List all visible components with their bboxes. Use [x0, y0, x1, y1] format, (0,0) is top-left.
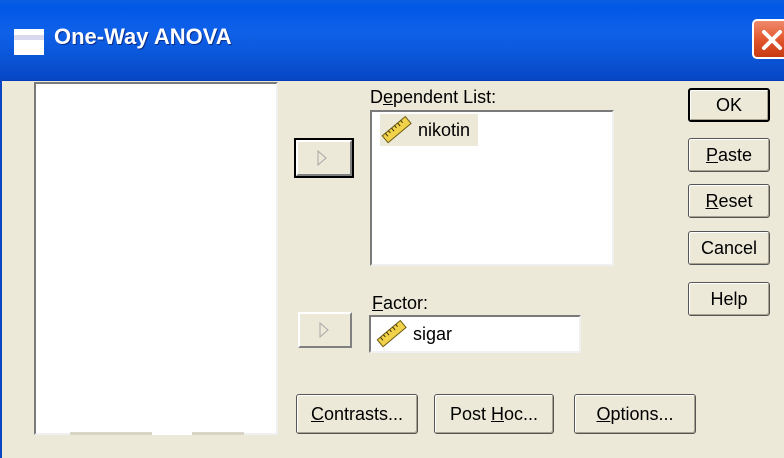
title-bar: One-Way ANOVA [0, 0, 784, 81]
cancel-button[interactable]: Cancel [688, 231, 770, 265]
options-button[interactable]: Options... [574, 394, 696, 434]
dependent-list-label: Dependent List: [370, 87, 497, 107]
help-button[interactable]: Help [688, 282, 770, 316]
scale-ruler-icon [381, 115, 412, 144]
scrollbar-thumb[interactable] [152, 432, 192, 435]
dependent-list[interactable]: nikotin [370, 110, 614, 266]
factor-item[interactable]: sigar [375, 318, 460, 350]
scale-ruler-icon [376, 319, 407, 348]
right-arrow-icon [317, 150, 327, 166]
window-title: One-Way ANOVA [54, 24, 232, 49]
paste-button[interactable]: Paste [688, 138, 770, 172]
close-icon [762, 30, 782, 50]
variable-name: nikotin [418, 119, 471, 140]
post-hoc-button[interactable]: Post Hoc... [434, 394, 554, 434]
window-icon[interactable] [14, 29, 44, 55]
contrasts-button[interactable]: Contrasts... [296, 394, 418, 434]
reset-button[interactable]: Reset [688, 184, 770, 218]
window-border [0, 80, 2, 458]
horizontal-scrollbar[interactable] [70, 432, 244, 435]
right-arrow-icon [319, 322, 329, 338]
move-to-dependent-button[interactable] [294, 138, 354, 178]
factor-label: Factor: [372, 293, 429, 313]
list-item[interactable]: nikotin [380, 114, 479, 146]
close-button[interactable] [752, 19, 784, 59]
move-to-factor-button[interactable] [298, 312, 352, 348]
factor-variable-name: sigar [413, 323, 453, 344]
ok-button[interactable]: OK [688, 88, 770, 122]
factor-field[interactable]: sigar [369, 315, 581, 353]
source-variable-list[interactable] [34, 82, 278, 435]
